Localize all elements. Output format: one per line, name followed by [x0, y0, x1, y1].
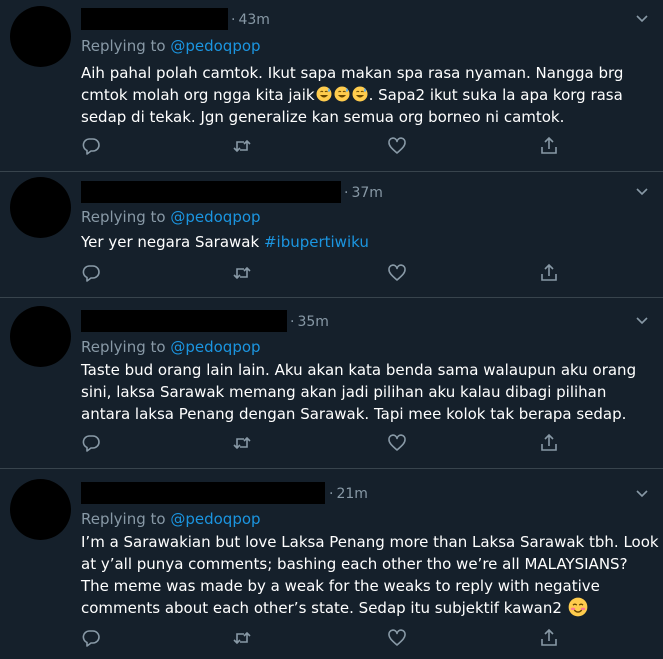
tweet-1[interactable]: · 43m Replying to @pedoqpop Aih pahal pol…	[0, 0, 663, 172]
like-button[interactable]	[387, 136, 409, 158]
share-button[interactable]	[539, 628, 561, 650]
share-button[interactable]	[539, 136, 561, 158]
reply-button[interactable]	[81, 433, 103, 455]
tweet-timestamp[interactable]: · 43m	[231, 12, 270, 28]
reply-button[interactable]	[81, 136, 103, 158]
redacted-username[interactable]	[81, 310, 287, 332]
tweet-text: Taste bud orang lain lain. Aku akan kata…	[81, 361, 637, 423]
replying-to-handle[interactable]: @pedoqpop	[170, 37, 260, 55]
tweet-actions	[81, 628, 561, 650]
redacted-username[interactable]	[81, 181, 341, 203]
avatar[interactable]	[10, 479, 71, 540]
tweet-actions	[81, 136, 561, 158]
like-icon	[388, 434, 406, 451]
more-caret-icon[interactable]	[635, 12, 649, 26]
replying-to-line: Replying to @pedoqpop	[81, 37, 261, 55]
retweet-button[interactable]	[232, 136, 254, 158]
retweet-icon	[233, 631, 251, 645]
tweet-timestamp[interactable]: · 21m	[329, 486, 368, 502]
grinning-sweat-emoji	[334, 86, 350, 102]
replying-to-handle[interactable]: @pedoqpop	[170, 208, 260, 226]
like-icon	[388, 629, 406, 646]
like-button[interactable]	[387, 628, 409, 650]
more-caret-icon[interactable]	[635, 185, 649, 199]
tweet-3[interactable]: · 35m Replying to @pedoqpop Taste bud ora…	[0, 298, 663, 469]
retweet-button[interactable]	[232, 263, 254, 285]
tweet-timestamp[interactable]: · 37m	[344, 185, 383, 201]
reply-icon	[82, 630, 100, 647]
replying-to-line: Replying to @pedoqpop	[81, 510, 261, 528]
tweet-2[interactable]: · 37m Replying to @pedoqpop Yer yer negar…	[0, 172, 663, 298]
tweet-text: I’m a Sarawakian but love Laksa Penang m…	[81, 533, 659, 617]
share-button[interactable]	[539, 433, 561, 455]
reply-button[interactable]	[81, 263, 103, 285]
reply-icon	[82, 265, 100, 282]
tweet-timestamp[interactable]: · 35m	[290, 314, 329, 330]
grinning-sweat-emoji	[316, 86, 332, 102]
tweet-text: Aih pahal polah camtok. Ikut sapa makan …	[81, 64, 624, 126]
tweet-4[interactable]: · 21m Replying to @pedoqpop I’m a Sarawak…	[0, 469, 663, 659]
redacted-username[interactable]	[81, 482, 325, 504]
avatar[interactable]	[10, 306, 71, 367]
retweet-button[interactable]	[232, 628, 254, 650]
more-caret-icon[interactable]	[635, 487, 649, 501]
retweet-icon	[233, 266, 251, 280]
replying-to-line: Replying to @pedoqpop	[81, 208, 261, 226]
share-icon	[541, 136, 557, 154]
grinning-sweat-emoji	[352, 86, 368, 102]
share-icon	[541, 628, 557, 646]
replying-to-handle[interactable]: @pedoqpop	[170, 338, 260, 356]
avatar[interactable]	[10, 6, 71, 67]
share-button[interactable]	[539, 263, 561, 285]
share-icon	[541, 433, 557, 451]
replying-to-line: Replying to @pedoqpop	[81, 338, 261, 356]
tweet-text: Yer yer negara Sarawak #ibupertiwiku	[81, 233, 369, 251]
reply-button[interactable]	[81, 628, 103, 650]
hashtag-link[interactable]: #ibupertiwiku	[264, 233, 369, 251]
tweet-actions	[81, 433, 561, 455]
like-icon	[388, 137, 406, 154]
reply-icon	[82, 138, 100, 155]
retweet-icon	[233, 139, 251, 153]
like-icon	[388, 264, 406, 281]
smiling-blush-emoji	[568, 597, 588, 617]
more-caret-icon[interactable]	[635, 314, 649, 328]
share-icon	[541, 263, 557, 281]
reply-icon	[82, 435, 100, 452]
retweet-button[interactable]	[232, 433, 254, 455]
avatar[interactable]	[10, 177, 71, 238]
retweet-icon	[233, 436, 251, 450]
replying-to-handle[interactable]: @pedoqpop	[170, 510, 260, 528]
like-button[interactable]	[387, 263, 409, 285]
tweet-actions	[81, 263, 561, 285]
redacted-username[interactable]	[81, 8, 228, 30]
like-button[interactable]	[387, 433, 409, 455]
